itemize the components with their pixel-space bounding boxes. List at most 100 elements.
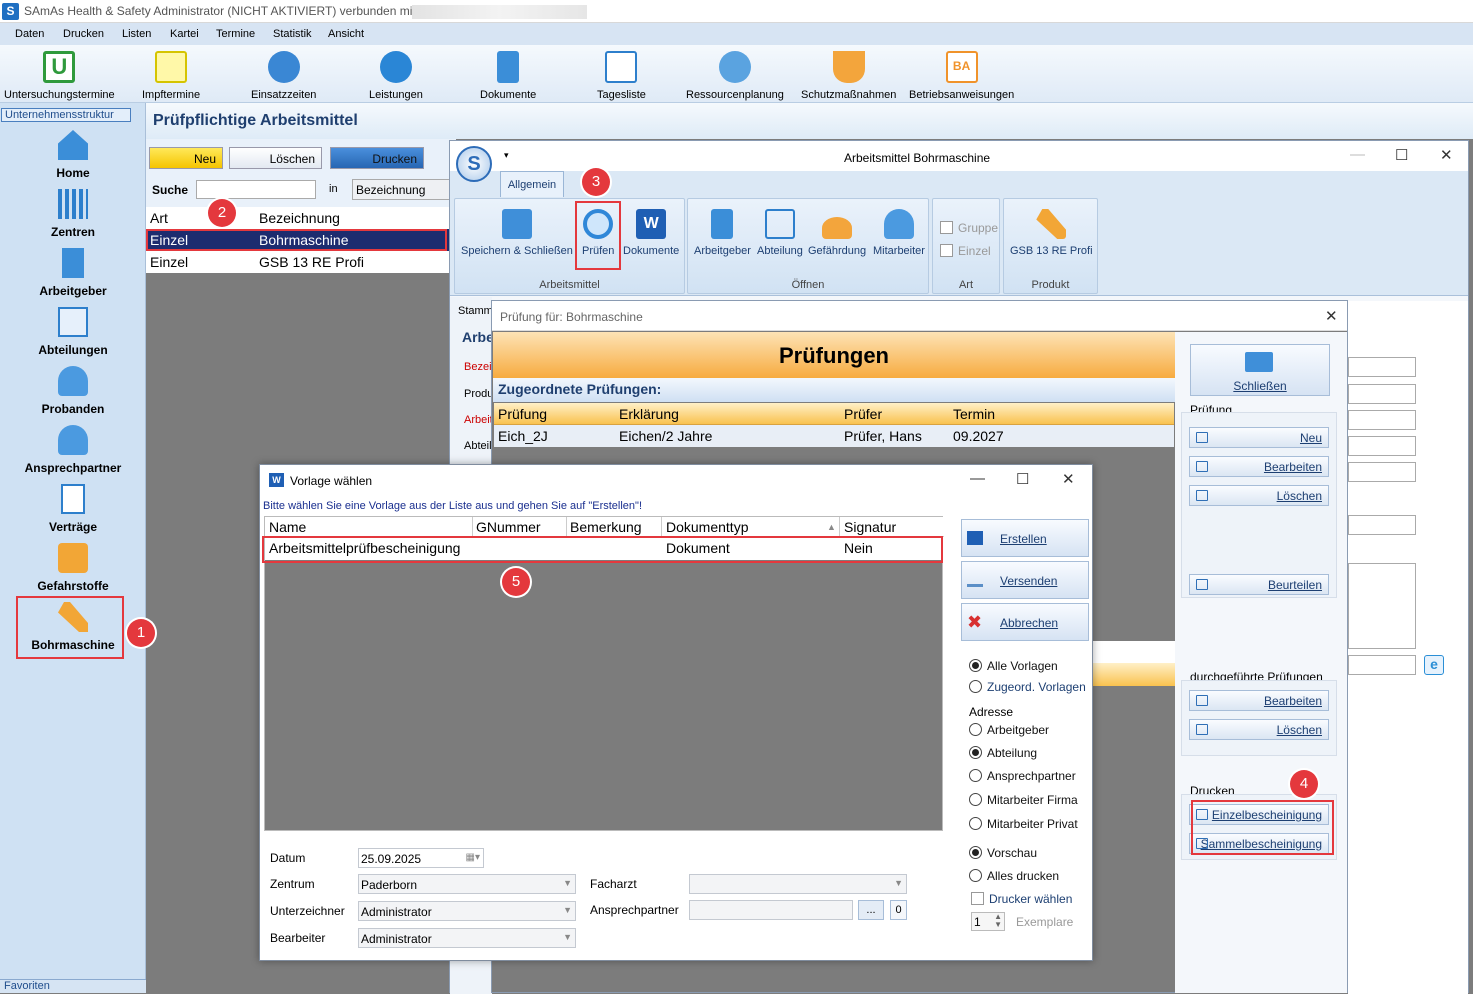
contact-count[interactable]: 0 bbox=[890, 900, 907, 920]
tab-allgemein[interactable]: Allgemein bbox=[500, 171, 564, 197]
radio-address-ansprechpartner[interactable]: Ansprechpartner bbox=[969, 769, 1076, 783]
radio-print-all[interactable]: Alles drucken bbox=[969, 869, 1059, 883]
form-field[interactable] bbox=[1348, 357, 1416, 377]
ribbon-impftermine[interactable]: Impftermine bbox=[142, 51, 200, 101]
nav-abteilungen[interactable]: Abteilungen bbox=[0, 307, 146, 357]
close-icon[interactable]: ✕ bbox=[1062, 470, 1075, 488]
app-logo-icon[interactable]: S bbox=[456, 146, 492, 182]
nav-vertraege[interactable]: Verträge bbox=[0, 484, 146, 534]
save-close-button[interactable]: Speichern & Schließen bbox=[461, 209, 573, 257]
form-field[interactable] bbox=[1348, 515, 1416, 535]
internet-explorer-icon[interactable]: e bbox=[1424, 655, 1444, 675]
delete-button[interactable]: Löschen bbox=[229, 147, 322, 169]
ribbon-schutzmassnahmen[interactable]: Schutzmaßnahmen bbox=[801, 51, 896, 101]
spinner-arrows-icon[interactable]: ▲ ▼ bbox=[994, 913, 1002, 929]
left-panel-header[interactable]: Unternehmensstruktur bbox=[1, 108, 131, 122]
contact-browse-button[interactable]: ... bbox=[858, 900, 884, 920]
maximize-icon[interactable]: ☐ bbox=[1016, 470, 1029, 488]
menu-daten[interactable]: Daten bbox=[15, 28, 44, 40]
checkbox-gruppe[interactable]: Gruppe bbox=[940, 221, 998, 235]
step-badge-3: 3 bbox=[582, 168, 610, 196]
signer-select[interactable]: Administrator ▼ bbox=[358, 901, 576, 921]
doctor-select[interactable]: ▼ bbox=[689, 874, 907, 894]
editor-select[interactable]: Administrator ▼ bbox=[358, 928, 576, 948]
ribbon-tagesliste[interactable]: Tagesliste bbox=[597, 51, 646, 101]
table-row[interactable]: Einzel GSB 13 RE Profi bbox=[146, 251, 450, 273]
date-field[interactable]: 25.09.2025 ▦▾ bbox=[358, 848, 484, 868]
close-icon[interactable]: ✕ bbox=[1325, 307, 1338, 325]
menu-kartei[interactable]: Kartei bbox=[170, 28, 199, 40]
word-icon: W bbox=[636, 209, 667, 239]
ribbon-einsatzzeiten[interactable]: Einsatzzeiten bbox=[251, 51, 316, 101]
menu-termine[interactable]: Termine bbox=[216, 28, 255, 40]
nav-home[interactable]: Home bbox=[0, 130, 146, 180]
menu-ansicht[interactable]: Ansicht bbox=[328, 28, 364, 40]
radio-address-mitarbeiter-firma[interactable]: Mitarbeiter Firma bbox=[969, 793, 1078, 807]
contact-field[interactable] bbox=[689, 900, 853, 920]
center-select[interactable]: Paderborn ▼ bbox=[358, 874, 576, 894]
checkbox-choose-printer[interactable]: Drucker wählen bbox=[971, 892, 1072, 906]
office-building-icon bbox=[62, 248, 84, 278]
send-button[interactable]: Versenden bbox=[961, 561, 1089, 599]
new-test-button[interactable]: Neu bbox=[1189, 427, 1329, 448]
radio-address-mitarbeiter-privat[interactable]: Mitarbeiter Privat bbox=[969, 817, 1078, 831]
ribbon-untersuchungstermine[interactable]: U Untersuchungstermine bbox=[4, 51, 115, 101]
minimize-icon[interactable]: — bbox=[970, 470, 985, 487]
radio-preview[interactable]: Vorschau bbox=[969, 846, 1037, 860]
form-field[interactable] bbox=[1348, 436, 1416, 456]
maximize-icon[interactable]: ☐ bbox=[1395, 146, 1408, 164]
close-icon[interactable]: ✕ bbox=[1440, 146, 1453, 164]
cancel-button[interactable]: ✖ Abbrechen bbox=[961, 603, 1089, 641]
radio-assigned-templates[interactable]: Zugeord. Vorlagen bbox=[969, 680, 1086, 694]
menu-drucken[interactable]: Drucken bbox=[63, 28, 104, 40]
nav-probanden[interactable]: Probanden bbox=[0, 366, 146, 416]
nav-gefahrstoffe[interactable]: Gefahrstoffe bbox=[0, 543, 146, 593]
checkbox-einzel[interactable]: Einzel bbox=[940, 244, 991, 258]
chevron-down-icon: ▼ bbox=[563, 932, 572, 942]
copies-stepper[interactable]: 1 ▲ ▼ bbox=[971, 912, 1005, 931]
edit-test-button[interactable]: Bearbeiten bbox=[1189, 456, 1329, 477]
nav-zentren[interactable]: Zentren bbox=[0, 189, 146, 239]
nav-ansprechpartner[interactable]: Ansprechpartner bbox=[0, 425, 146, 475]
create-button[interactable]: Erstellen bbox=[961, 519, 1089, 557]
menu-statistik[interactable]: Statistik bbox=[273, 28, 312, 40]
minimize-icon[interactable]: — bbox=[1350, 146, 1365, 163]
nav-arbeitgeber[interactable]: Arbeitgeber bbox=[0, 248, 146, 298]
ba-document-icon: BA bbox=[945, 51, 978, 83]
print-button[interactable]: Drucken bbox=[330, 147, 424, 169]
radio-address-abteilung[interactable]: Abteilung bbox=[969, 746, 1037, 760]
rate-button[interactable]: Beurteilen bbox=[1189, 574, 1329, 595]
radio-address-arbeitgeber[interactable]: Arbeitgeber bbox=[969, 723, 1049, 737]
form-field[interactable] bbox=[1348, 655, 1416, 675]
dokumente-button[interactable]: W Dokumente bbox=[623, 209, 679, 257]
ribbon-leistungen[interactable]: Leistungen bbox=[369, 51, 423, 101]
open-gefaehrdung-button[interactable]: Gefährdung bbox=[808, 209, 866, 257]
notes-textarea[interactable] bbox=[1348, 563, 1416, 649]
new-button[interactable]: Neu bbox=[149, 147, 223, 169]
assigned-tests-header: Zugeordnete Prüfungen: bbox=[493, 378, 1175, 402]
chevron-down-icon: ▼ bbox=[894, 878, 903, 888]
search-field-select[interactable]: Bezeichnung bbox=[352, 179, 450, 200]
ribbon-betriebsanweisungen[interactable]: BA Betriebsanweisungen bbox=[909, 51, 1014, 101]
form-field[interactable] bbox=[1348, 462, 1416, 482]
open-mitarbeiter-button[interactable]: Mitarbeiter bbox=[873, 209, 925, 257]
calendar-dropdown-icon[interactable]: ▦▾ bbox=[466, 852, 480, 863]
form-field[interactable] bbox=[1348, 384, 1416, 404]
quick-access-chevron-icon[interactable]: ▾ bbox=[504, 150, 509, 161]
open-abteilung-button[interactable]: Abteilung bbox=[757, 209, 803, 257]
delete-test-button[interactable]: Löschen bbox=[1189, 485, 1329, 506]
table-row[interactable]: Eich_2J Eichen/2 Jahre Prüfer, Hans 09.2… bbox=[494, 425, 1174, 447]
menu-listen[interactable]: Listen bbox=[122, 28, 151, 40]
ribbon-dokumente[interactable]: Dokumente bbox=[480, 51, 536, 101]
radio-all-templates[interactable]: Alle Vorlagen bbox=[969, 659, 1058, 673]
ribbon-ressourcenplanung[interactable]: Ressourcenplanung bbox=[686, 51, 784, 101]
tools-wrench-icon bbox=[1036, 209, 1067, 239]
edit-done-button[interactable]: Bearbeiten bbox=[1189, 690, 1329, 711]
product-button[interactable]: GSB 13 RE Profi bbox=[1010, 209, 1093, 257]
form-field[interactable] bbox=[1348, 410, 1416, 430]
delete-done-button[interactable]: Löschen bbox=[1189, 719, 1329, 740]
search-input[interactable] bbox=[196, 180, 316, 199]
open-arbeitgeber-button[interactable]: Arbeitgeber bbox=[694, 209, 751, 257]
favorites-bar[interactable]: Favoriten bbox=[0, 979, 146, 993]
arbeitsmittel-title: Arbeitsmittel Bohrmaschine bbox=[844, 151, 991, 165]
